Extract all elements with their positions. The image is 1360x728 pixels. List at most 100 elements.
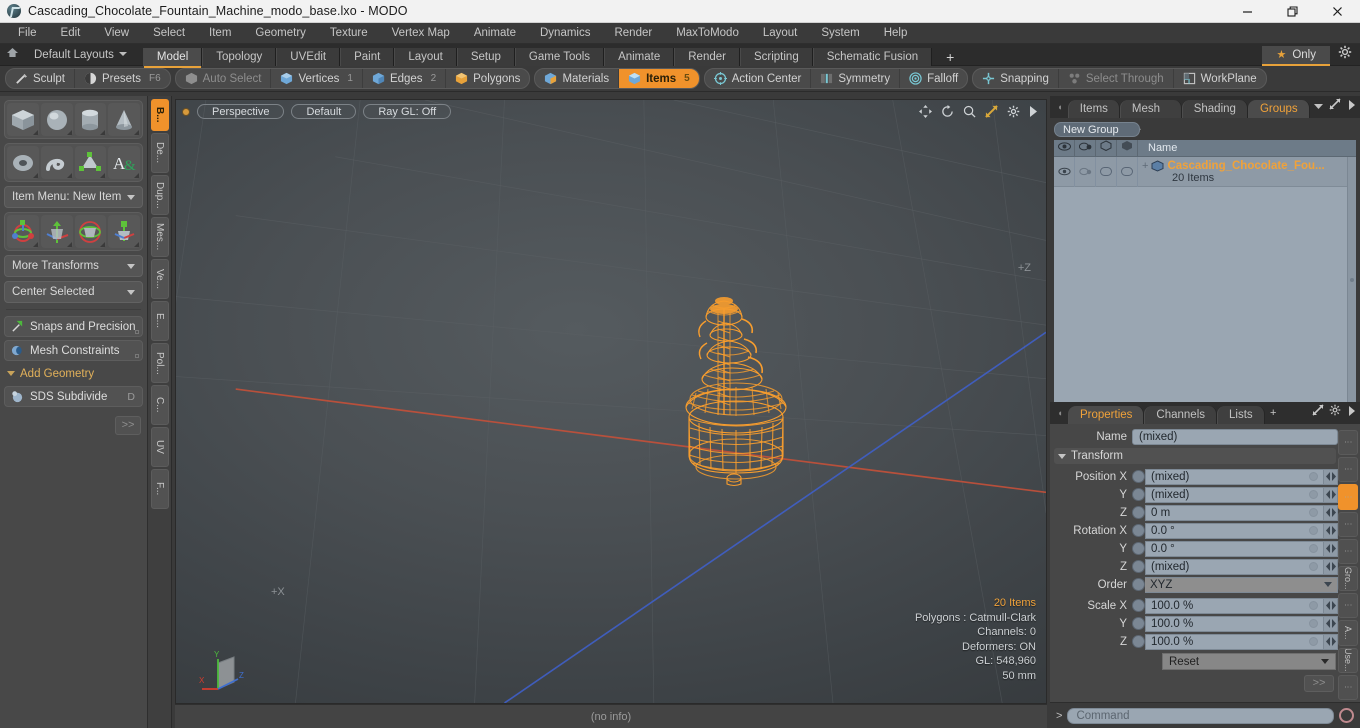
viewport-shading-mode[interactable]: Default xyxy=(291,104,357,119)
translate-transform-icon[interactable] xyxy=(40,215,73,248)
spinner-arrows-icon[interactable] xyxy=(1324,486,1338,503)
left-vtab-7[interactable]: C... xyxy=(150,385,169,425)
properties-tab-lists[interactable]: Lists xyxy=(1217,406,1265,424)
value-handle-icon[interactable] xyxy=(1309,619,1318,628)
left-vtab-0[interactable]: B... xyxy=(150,99,169,131)
toolbar-button-items[interactable]: Items 5 xyxy=(619,69,699,88)
expand-icon[interactable] xyxy=(1309,402,1326,424)
spinner-arrows-icon[interactable] xyxy=(1324,633,1338,650)
toolbar-button-symmetry[interactable]: Symmetry xyxy=(811,69,901,88)
expand-icon[interactable] xyxy=(1326,96,1343,118)
transform-section-header[interactable]: Transform xyxy=(1054,448,1336,464)
more-icon[interactable] xyxy=(1343,402,1360,424)
left-vtab-3[interactable]: Mes... xyxy=(150,217,169,257)
value-handle-icon[interactable] xyxy=(1309,601,1318,610)
more-transforms-dropdown[interactable]: More Transforms xyxy=(4,255,143,277)
expand-row-button[interactable]: + xyxy=(1142,160,1148,172)
layout-tab-render[interactable]: Render xyxy=(674,47,740,66)
toolbar-button-auto-select[interactable]: Auto Select xyxy=(176,69,272,88)
row-wire-toggle[interactable] xyxy=(1096,156,1117,187)
spinner-arrows-icon[interactable] xyxy=(1324,597,1338,614)
scale-field-2-input[interactable]: 100.0 % xyxy=(1145,633,1324,650)
value-handle-icon[interactable] xyxy=(1309,637,1318,646)
toolbar-button-workplane[interactable]: WorkPlane xyxy=(1174,69,1266,88)
order-radio[interactable] xyxy=(1132,578,1145,591)
scale-field-0-radio[interactable] xyxy=(1132,599,1145,612)
layout-tab-game-tools[interactable]: Game Tools xyxy=(514,47,605,66)
center-selected-dropdown[interactable]: Center Selected xyxy=(4,281,143,303)
menu-item-dynamics[interactable]: Dynamics xyxy=(528,23,602,44)
layout-tab-uvedit[interactable]: UVEdit xyxy=(276,47,341,66)
rotate-view-icon[interactable] xyxy=(941,105,954,118)
left-vtab-6[interactable]: Pol... xyxy=(150,343,169,383)
menu-item-system[interactable]: System xyxy=(809,23,871,44)
properties-vtab-0[interactable]: ⋮ xyxy=(1338,430,1358,456)
spinner-arrows-icon[interactable] xyxy=(1324,522,1338,539)
viewport-menu-dot-icon[interactable] xyxy=(182,107,190,116)
value-handle-icon[interactable] xyxy=(1309,562,1318,571)
properties-tab-properties[interactable]: Properties xyxy=(1068,406,1145,424)
sds-subdivide-button[interactable]: SDS Subdivide D xyxy=(4,386,143,407)
chevron-down-icon[interactable] xyxy=(1310,96,1327,118)
add-layout-tab-button[interactable]: + xyxy=(932,48,968,66)
record-icon[interactable] xyxy=(1339,708,1354,723)
toolbar-button-polygons[interactable]: Polygons xyxy=(446,69,529,88)
transform-field-2-input[interactable]: 0 m xyxy=(1145,504,1324,521)
layout-tab-scripting[interactable]: Scripting xyxy=(739,47,813,66)
transform-field-0-radio[interactable] xyxy=(1132,470,1145,483)
scale-field-0-input[interactable]: 100.0 % xyxy=(1145,597,1324,614)
menu-item-help[interactable]: Help xyxy=(872,23,920,44)
value-handle-icon[interactable] xyxy=(1309,508,1318,517)
viewport-raygl-toggle[interactable]: Ray GL: Off xyxy=(363,104,452,119)
axis-gizmo-icon[interactable]: Y X Z xyxy=(196,649,252,695)
spinner-arrows-icon[interactable] xyxy=(1324,468,1338,485)
mesh-constraints-button[interactable]: Mesh Constraints xyxy=(4,340,143,361)
spinner-arrows-icon[interactable] xyxy=(1324,615,1338,632)
transform-field-3-radio[interactable] xyxy=(1132,524,1145,537)
fit-view-icon[interactable] xyxy=(985,105,998,118)
properties-vtab-5[interactable]: Gro... xyxy=(1338,566,1358,592)
left-vtab-1[interactable]: De... xyxy=(150,133,169,173)
transform-field-1-input[interactable]: (mixed) xyxy=(1145,486,1324,503)
toolbar-button-edges[interactable]: Edges 2 xyxy=(363,69,447,88)
sphere-icon[interactable] xyxy=(40,103,73,136)
viewport-more-icon[interactable] xyxy=(1029,106,1038,117)
layout-tab-paint[interactable]: Paint xyxy=(340,47,395,66)
options-square-icon[interactable] xyxy=(135,354,139,358)
new-group-button[interactable]: New Group xyxy=(1054,122,1140,137)
add-tab-button[interactable]: + xyxy=(1265,402,1282,424)
restore-icon[interactable] xyxy=(1270,0,1315,23)
left-vtab-9[interactable]: F... xyxy=(150,469,169,509)
chocolate-fountain-wireframe[interactable] xyxy=(674,295,804,495)
row-eye-toggle[interactable] xyxy=(1054,156,1075,187)
panel-menu-dot-icon[interactable]: ◖ xyxy=(1052,96,1068,118)
properties-tab-channels[interactable]: Channels xyxy=(1144,406,1218,424)
snaps-and-precision-button[interactable]: Snaps and Precision xyxy=(4,316,143,337)
panel-menu-dot-icon[interactable]: ◖ xyxy=(1052,402,1068,424)
transform-field-3-input[interactable]: 0.0 ° xyxy=(1145,522,1324,539)
left-vtab-5[interactable]: E... xyxy=(150,301,169,341)
transform-field-0-input[interactable]: (mixed) xyxy=(1145,468,1324,485)
spinner-arrows-icon[interactable] xyxy=(1324,558,1338,575)
more-icon[interactable] xyxy=(1343,96,1360,118)
toolbar-button-select-through[interactable]: Select Through xyxy=(1059,69,1174,88)
toolbar-button-sculpt[interactable]: Sculpt xyxy=(6,69,75,88)
group-list-body[interactable]: + Cascading_Chocolate_Fou... 20 Items xyxy=(1054,156,1356,402)
toolbar-button-vertices[interactable]: Vertices 1 xyxy=(271,69,363,88)
minimize-icon[interactable] xyxy=(1225,0,1270,23)
menu-item-render[interactable]: Render xyxy=(602,23,664,44)
menu-item-geometry[interactable]: Geometry xyxy=(243,23,318,44)
panel-tab-shading[interactable]: Shading xyxy=(1181,100,1248,118)
cylinder-icon[interactable] xyxy=(74,103,107,136)
eye-icon[interactable] xyxy=(1054,139,1075,157)
menu-item-item[interactable]: Item xyxy=(197,23,243,44)
properties-more-button[interactable]: >> xyxy=(1304,675,1334,692)
close-icon[interactable] xyxy=(1315,0,1360,23)
shade-icon[interactable] xyxy=(1117,139,1138,157)
layout-tab-layout[interactable]: Layout xyxy=(394,47,457,66)
gear-icon[interactable] xyxy=(1326,402,1343,424)
left-vtab-8[interactable]: UV xyxy=(150,427,169,467)
value-handle-icon[interactable] xyxy=(1309,472,1318,481)
order-select[interactable]: XYZ xyxy=(1145,576,1338,593)
properties-vtab-6[interactable]: ⋮ xyxy=(1338,593,1358,619)
